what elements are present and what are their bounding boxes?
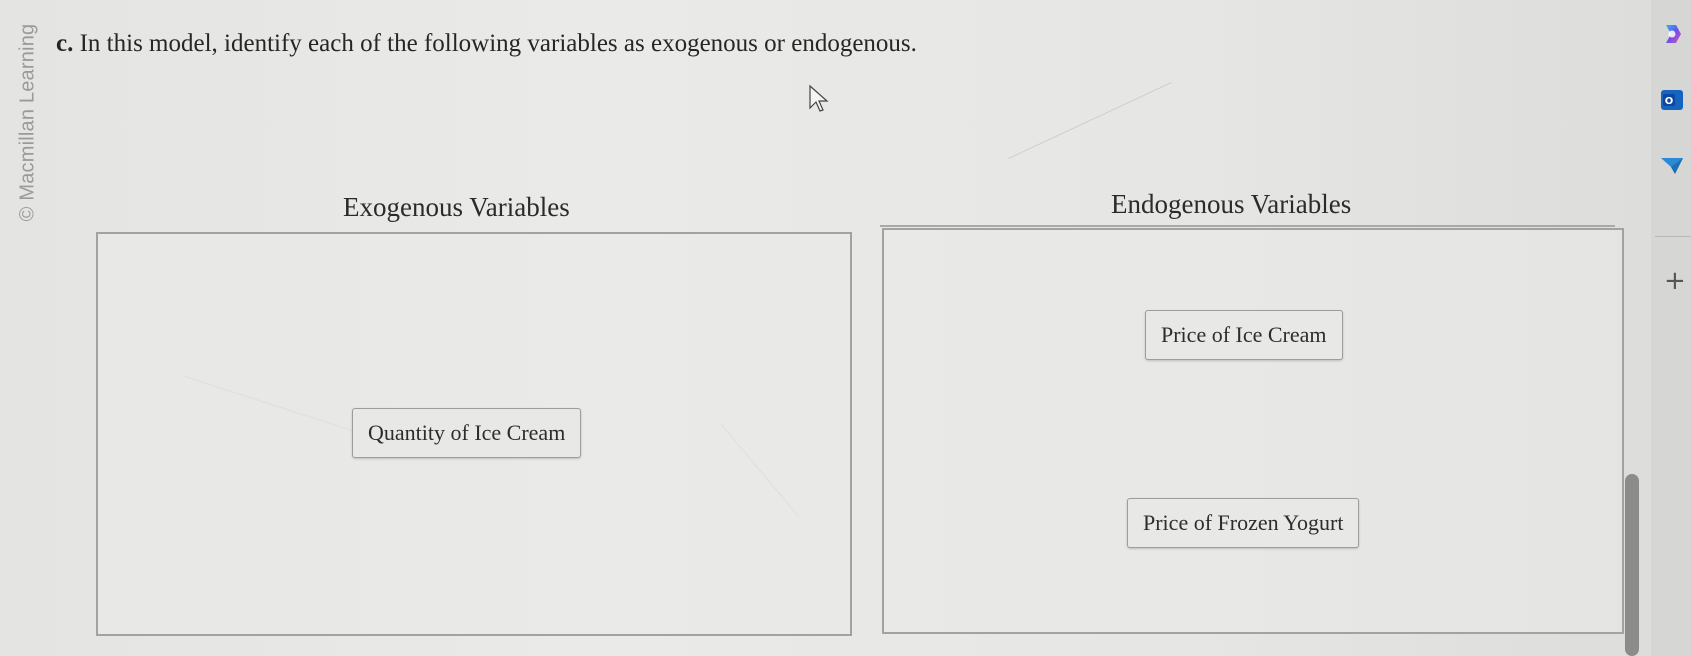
send-icon[interactable]: [1660, 154, 1684, 178]
sidebar-divider: [1655, 236, 1691, 237]
scrollbar-thumb[interactable]: [1625, 474, 1639, 656]
copilot-icon[interactable]: [1660, 22, 1684, 46]
exogenous-heading: Exogenous Variables: [343, 192, 570, 222]
variable-chip-price-of-frozen-yogurt[interactable]: Price of Frozen Yogurt: [1127, 498, 1360, 548]
question-prompt: c. In this model, identify each of the f…: [56, 30, 917, 58]
svg-text:O: O: [1665, 96, 1674, 107]
outlook-icon[interactable]: O: [1660, 88, 1684, 112]
divider-line: [880, 225, 1615, 227]
endogenous-drop-zone[interactable]: [882, 228, 1624, 634]
variable-chip-quantity-of-ice-cream[interactable]: Quantity of Ice Cream: [352, 408, 582, 458]
endogenous-heading: Endogenous Variables: [1111, 189, 1352, 219]
question-label: c.: [56, 30, 74, 57]
copyright-watermark: © Macmillan Learning: [14, 4, 42, 240]
watermark-text: © Macmillan Learning: [16, 23, 39, 221]
mouse-pointer-icon: [809, 84, 829, 112]
add-icon[interactable]: +: [1664, 268, 1686, 294]
variable-chip-price-of-ice-cream[interactable]: Price of Ice Cream: [1145, 310, 1343, 360]
question-text: In this model, identify each of the foll…: [79, 30, 917, 57]
